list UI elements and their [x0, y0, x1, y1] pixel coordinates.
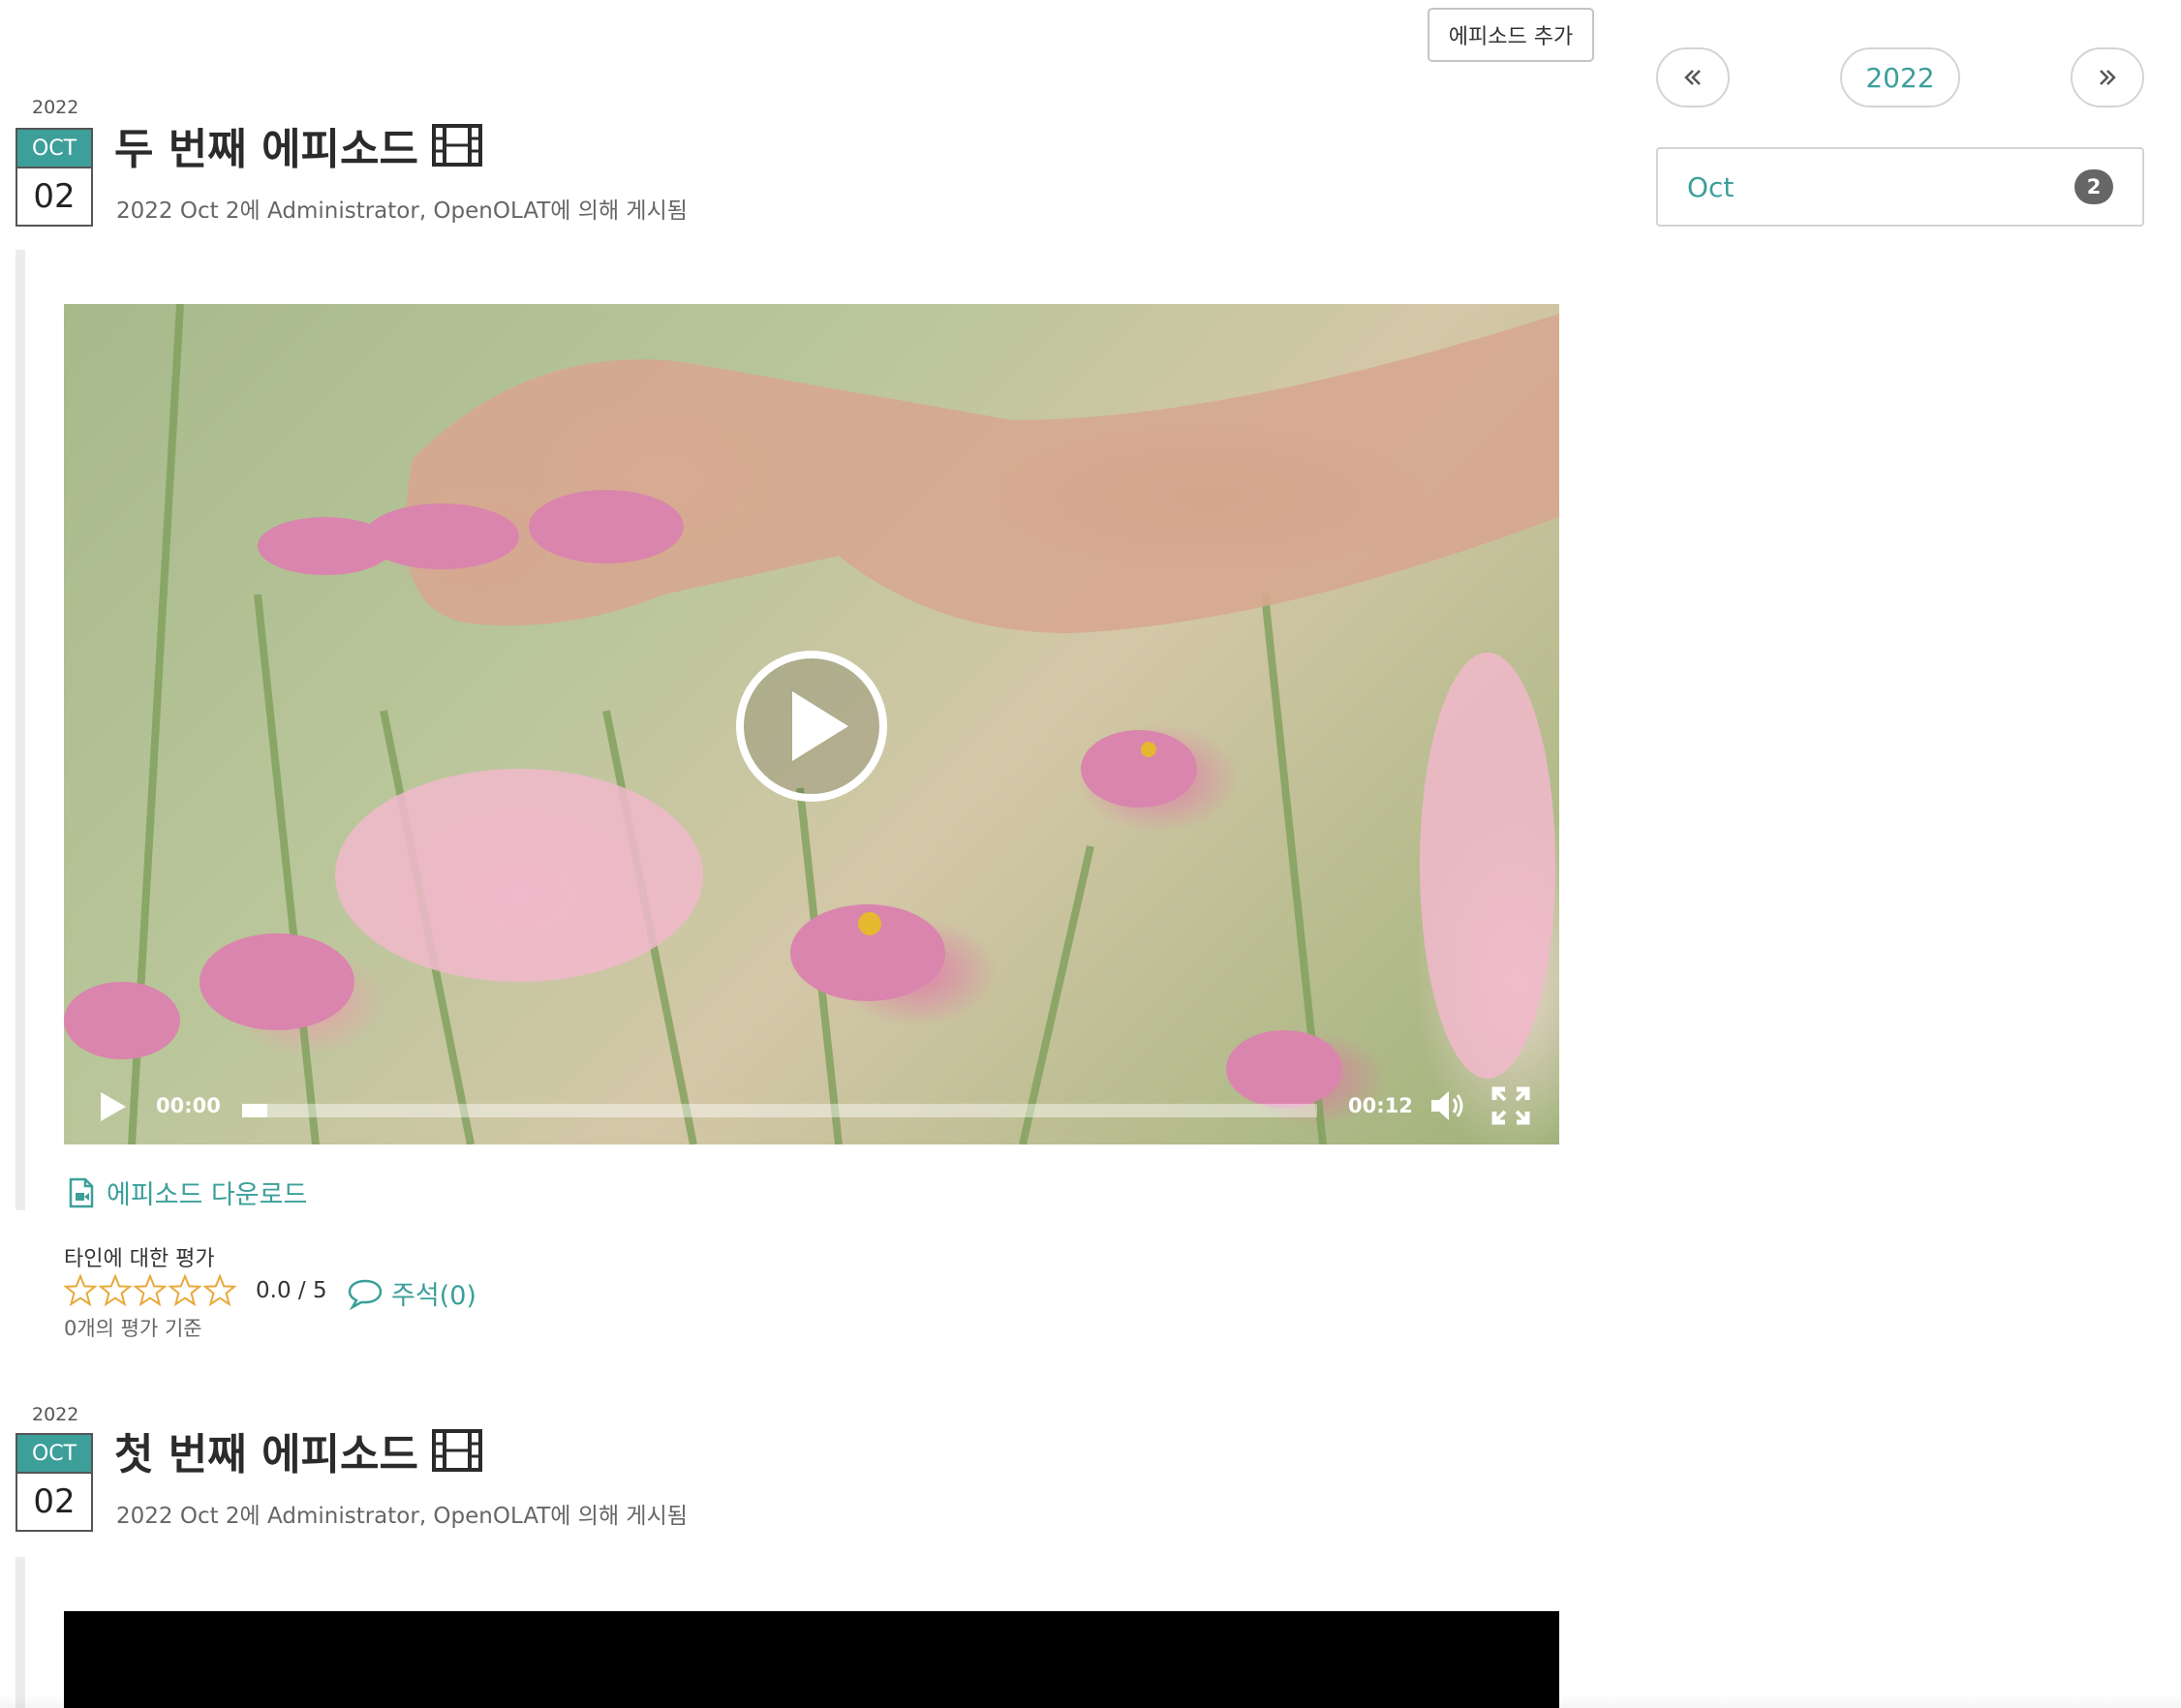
file-video-icon [69, 1177, 94, 1207]
post-date-year: 2022 [32, 1404, 79, 1425]
double-chevron-right-icon [2100, 70, 2116, 85]
post-title-text[interactable]: 첫 번째 에피소드 [114, 1419, 418, 1481]
download-episode-label[interactable]: 에피소드 다운로드 [107, 1174, 307, 1211]
video-controls: 00:00 00:12 [64, 1067, 1559, 1144]
post-date-day: 02 [33, 1482, 76, 1521]
podcast-page: 에피소드 추가 2022 OCT 02 두 번째 에피소드 2022 Oct 2… [0, 0, 2181, 1708]
star-icon[interactable] [203, 1274, 236, 1307]
film-icon [432, 124, 482, 167]
post-date-month: OCT [17, 130, 91, 168]
video-player[interactable] [64, 1611, 1559, 1708]
rating-stars[interactable] [64, 1274, 236, 1307]
post-meta: 2022 Oct 2에 Administrator, OpenOLAT에 의해 … [116, 1504, 688, 1529]
progress-handle[interactable] [242, 1104, 267, 1117]
next-year-button[interactable] [2071, 47, 2144, 107]
bottom-shadow [0, 1694, 2181, 1708]
post-title-text[interactable]: 두 번째 에피소드 [114, 114, 418, 176]
current-time: 00:00 [156, 1094, 221, 1117]
duration: 00:12 [1348, 1094, 1413, 1117]
year-button[interactable]: 2022 [1840, 47, 1960, 107]
post-content-bar [15, 250, 25, 1210]
star-icon[interactable] [64, 1274, 97, 1307]
post-meta: 2022 Oct 2에 Administrator, OpenOLAT에 의해 … [116, 198, 688, 224]
video-player[interactable]: 00:00 00:12 [64, 304, 1559, 1144]
post-date-year: 2022 [32, 97, 79, 118]
post-date-month: OCT [17, 1435, 91, 1474]
post-date-box: OCT 02 [15, 128, 93, 227]
post-title[interactable]: 두 번째 에피소드 [114, 114, 482, 176]
rating-count: 0개의 평가 기준 [64, 1317, 202, 1340]
star-icon[interactable] [134, 1274, 167, 1307]
month-label[interactable]: Oct [1687, 171, 2074, 203]
post-content-bar [15, 1557, 25, 1708]
comment-icon [348, 1279, 383, 1310]
star-icon[interactable] [99, 1274, 132, 1307]
progress-bar[interactable] [242, 1104, 1317, 1117]
film-icon [432, 1429, 482, 1472]
post-title[interactable]: 첫 번째 에피소드 [114, 1419, 482, 1481]
rating-label: 타인에 대한 평가 [64, 1247, 215, 1271]
double-chevron-left-icon [1684, 70, 1701, 85]
comments-link[interactable]: 주석(0) [347, 1274, 476, 1312]
comments-label[interactable]: 주석(0) [391, 1274, 476, 1312]
play-big-icon[interactable] [734, 649, 889, 804]
month-item-oct[interactable]: Oct 2 [1656, 147, 2144, 227]
download-episode-link[interactable]: 에피소드 다운로드 [68, 1174, 307, 1211]
fullscreen-icon[interactable] [1491, 1086, 1530, 1125]
rating-value: 0.0 / 5 [256, 1278, 327, 1303]
post-date-day: 02 [33, 177, 76, 216]
play-icon[interactable] [99, 1090, 128, 1123]
prev-year-button[interactable] [1656, 47, 1730, 107]
post-date-box: OCT 02 [15, 1433, 93, 1532]
volume-icon[interactable] [1429, 1086, 1468, 1125]
add-episode-button[interactable]: 에피소드 추가 [1428, 8, 1594, 62]
star-icon[interactable] [169, 1274, 201, 1307]
month-count-badge: 2 [2074, 169, 2113, 204]
